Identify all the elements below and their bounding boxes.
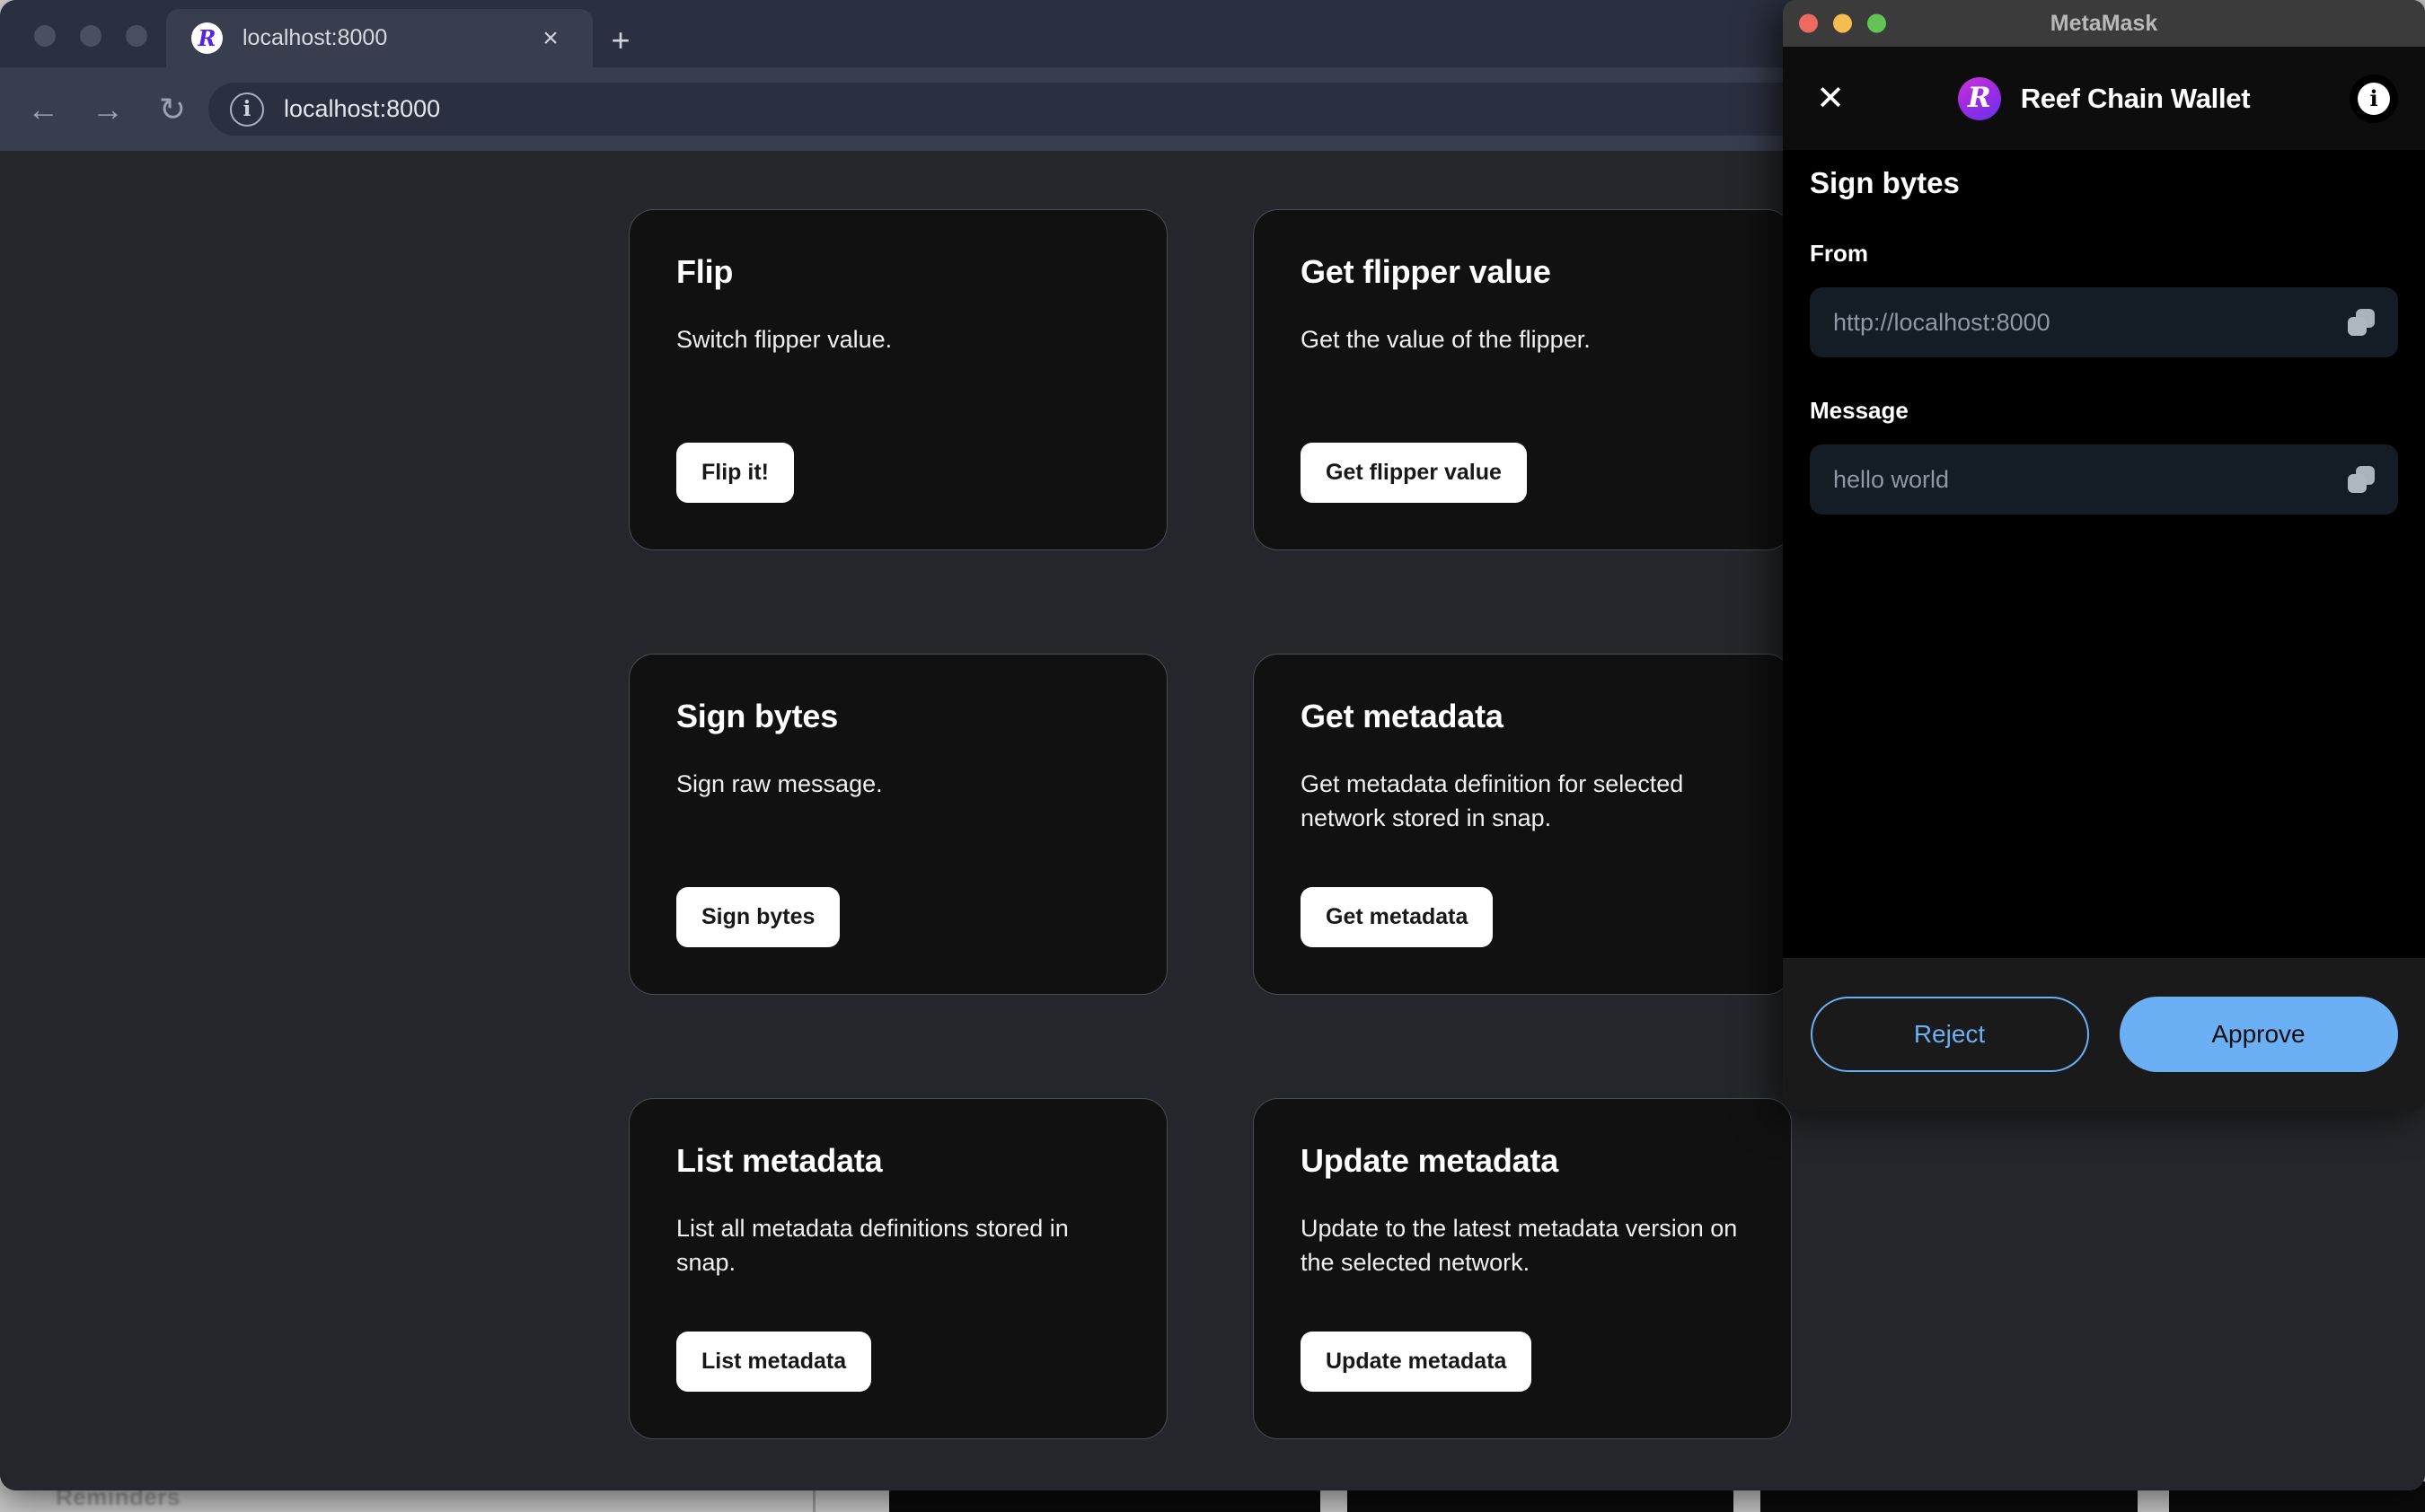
card-title: Update metadata xyxy=(1301,1142,1559,1179)
metamask-maximize-dot[interactable] xyxy=(1867,13,1886,33)
from-field[interactable]: http://localhost:8000 xyxy=(1810,287,2398,357)
card-sign-bytes: Sign bytes Sign raw message. Sign bytes xyxy=(629,654,1168,995)
dapp-card-grid: Flip Switch flipper value. Flip it! Get … xyxy=(629,209,1792,1439)
card-description: Switch flipper value. xyxy=(676,326,893,353)
from-field-value: http://localhost:8000 xyxy=(1833,308,2050,336)
reef-logo-icon: R xyxy=(1957,76,2001,120)
site-info-icon[interactable]: i xyxy=(230,92,264,127)
forward-arrow-icon[interactable]: → xyxy=(84,86,131,133)
info-icon[interactable]: i xyxy=(2350,74,2398,123)
info-glyph: i xyxy=(2358,82,2390,115)
wallet-brand: R Reef Chain Wallet xyxy=(1783,76,2425,120)
card-title: Get metadata xyxy=(1301,698,1504,734)
browser-maximize-dot[interactable] xyxy=(126,25,147,47)
copy-icon[interactable] xyxy=(2348,309,2375,336)
browser-tab-title: localhost:8000 xyxy=(242,25,388,50)
metamask-window: MetaMask ✕ R Reef Chain Wallet i Sign by… xyxy=(1783,0,2425,1111)
list-metadata-button[interactable]: List metadata xyxy=(676,1332,872,1392)
copy-icon[interactable] xyxy=(2348,466,2375,493)
reef-favicon-icon: R xyxy=(191,22,223,54)
flip-it-button[interactable]: Flip it! xyxy=(676,443,794,503)
back-arrow-icon[interactable]: ← xyxy=(20,86,66,133)
card-description: Get metadata definition for selected net… xyxy=(1301,770,1684,832)
metamask-minimize-dot[interactable] xyxy=(1833,13,1852,33)
card-description: Get the value of the flipper. xyxy=(1301,326,1591,353)
card-description: Update to the latest metadata version on… xyxy=(1301,1215,1738,1277)
card-get-metadata: Get metadata Get metadata definition for… xyxy=(1253,654,1792,995)
reject-button[interactable]: Reject xyxy=(1810,997,2089,1072)
card-get-flipper-value: Get flipper value Get the value of the f… xyxy=(1253,209,1792,550)
card-title: Sign bytes xyxy=(676,698,839,734)
approve-button[interactable]: Approve xyxy=(2119,997,2398,1072)
metamask-traffic-lights xyxy=(1799,13,1886,33)
metamask-window-title: MetaMask xyxy=(2050,10,2158,36)
new-tab-icon[interactable]: + xyxy=(602,22,639,59)
metamask-titlebar: MetaMask xyxy=(1783,0,2425,47)
wallet-brand-name: Reef Chain Wallet xyxy=(2020,82,2251,114)
browser-traffic-lights xyxy=(34,25,147,47)
browser-minimize-dot[interactable] xyxy=(80,25,101,47)
metamask-footer: Reject Approve xyxy=(1783,958,2425,1111)
get-flipper-value-button[interactable]: Get flipper value xyxy=(1301,443,1527,503)
card-flip: Flip Switch flipper value. Flip it! xyxy=(629,209,1168,550)
browser-close-dot[interactable] xyxy=(34,25,56,47)
card-description: List all metadata definitions stored in … xyxy=(676,1215,1069,1277)
message-field-label: Message xyxy=(1810,397,1909,424)
metamask-header: ✕ R Reef Chain Wallet i xyxy=(1783,47,2425,150)
card-title: Flip xyxy=(676,253,734,290)
card-update-metadata: Update metadata Update to the latest met… xyxy=(1253,1098,1792,1439)
get-metadata-button[interactable]: Get metadata xyxy=(1301,887,1494,947)
message-field-value: hello world xyxy=(1833,465,1950,493)
close-icon[interactable]: × xyxy=(535,23,566,54)
card-list-metadata: List metadata List all metadata definiti… xyxy=(629,1098,1168,1439)
card-title: Get flipper value xyxy=(1301,253,1551,290)
page-title: Sign bytes xyxy=(1810,166,1960,199)
close-icon[interactable]: ✕ xyxy=(1810,78,1851,119)
card-description: Sign raw message. xyxy=(676,770,883,797)
sign-bytes-button[interactable]: Sign bytes xyxy=(676,887,841,947)
address-bar-url: localhost:8000 xyxy=(284,95,441,122)
metamask-body: ✕ R Reef Chain Wallet i Sign bytes From … xyxy=(1783,47,2425,1111)
metamask-close-dot[interactable] xyxy=(1799,13,1818,33)
browser-tab[interactable]: R localhost:8000 × xyxy=(166,9,593,67)
metamask-content: Sign bytes From http://localhost:8000 Me… xyxy=(1783,150,2425,958)
message-field[interactable]: hello world xyxy=(1810,444,2398,514)
from-field-label: From xyxy=(1810,240,1868,267)
card-title: List metadata xyxy=(676,1142,883,1179)
update-metadata-button[interactable]: Update metadata xyxy=(1301,1332,1532,1392)
reload-icon[interactable]: ↻ xyxy=(149,86,196,133)
